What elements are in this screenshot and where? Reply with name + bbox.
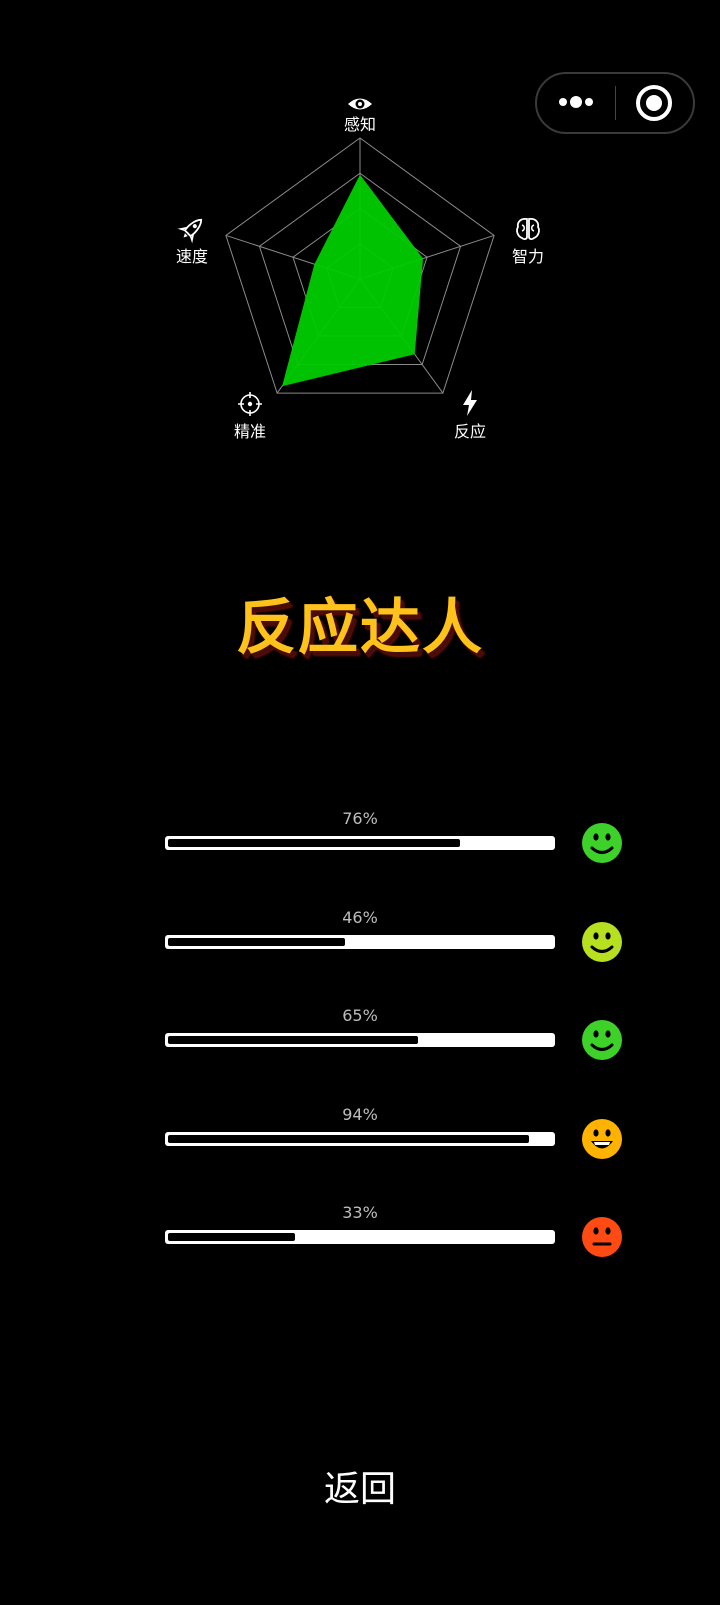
score-percent-label: 76%: [342, 809, 378, 828]
radar-chart: 感知智力反应 精准 速度: [176, 98, 544, 441]
score-row: 46%: [0, 908, 720, 968]
rocket-icon: [177, 218, 203, 244]
result-title: 反应达人: [236, 593, 484, 663]
radar-axis-label: 智力: [512, 247, 544, 266]
smile-icon: [581, 1019, 623, 1061]
radar-area: [282, 174, 424, 387]
crosshair-icon: [238, 392, 262, 416]
radar-axis-label: 感知: [344, 115, 376, 134]
score-row: 94%: [0, 1105, 720, 1165]
lightning-icon: [463, 390, 477, 416]
radar-axis-label: 速度: [176, 247, 208, 266]
score-percent-label: 94%: [342, 1105, 378, 1124]
progress-bar-fill: [168, 938, 345, 946]
radar-axis-label: 精准: [234, 422, 266, 441]
score-percent-label: 65%: [342, 1006, 378, 1025]
score-percent-label: 33%: [342, 1203, 378, 1222]
progress-bar-fill: [168, 1036, 418, 1044]
score-percent-label: 46%: [342, 908, 378, 927]
smile-icon: [581, 921, 623, 963]
neutral-face-icon: [581, 1216, 623, 1258]
progress-bar: [165, 836, 555, 850]
score-row: 33%: [0, 1203, 720, 1263]
progress-bar-fill: [168, 1135, 529, 1143]
progress-bar: [165, 935, 555, 949]
grin-icon: [581, 1118, 623, 1160]
eye-icon: [348, 98, 372, 110]
score-row: 65%: [0, 1006, 720, 1066]
radar-axis-label: 反应: [454, 422, 486, 441]
smile-icon: [581, 822, 623, 864]
score-row: 76%: [0, 809, 720, 869]
back-button[interactable]: 返回: [260, 1460, 460, 1520]
progress-bar: [165, 1230, 555, 1244]
brain-icon: [516, 217, 540, 240]
progress-bar-fill: [168, 839, 460, 847]
progress-bar-fill: [168, 1233, 295, 1241]
progress-bar: [165, 1132, 555, 1146]
progress-bar: [165, 1033, 555, 1047]
